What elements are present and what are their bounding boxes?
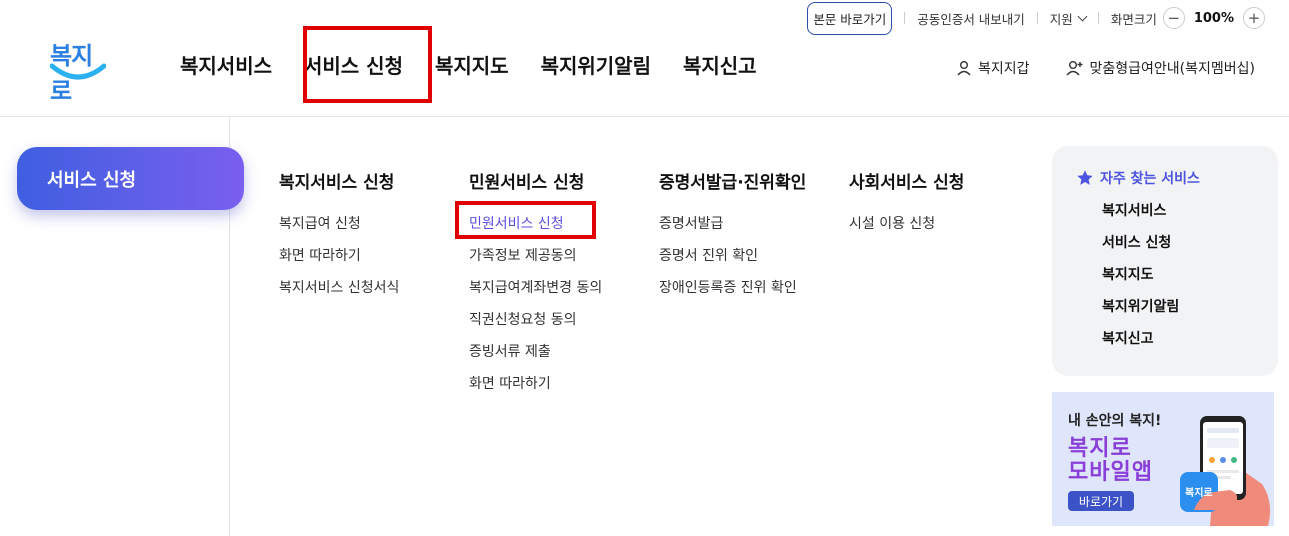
divider (1097, 12, 1099, 24)
favorite-item[interactable]: 복지서비스 (1076, 200, 1278, 232)
skip-to-content-link[interactable]: 본문 바로가기 (807, 1, 893, 35)
menu-column-certificate: 증명서발급·진위확인 증명서발급 증명서 진위 확인 장애인등록증 진위 확인 (659, 168, 806, 309)
menu-item[interactable]: 복지급여 신청 (279, 213, 399, 245)
column-title[interactable]: 복지서비스 신청 (279, 168, 399, 193)
certificate-export-link[interactable]: 공동인증서 내보내기 (917, 9, 1024, 28)
main-navigation: 복지서비스 서비스 신청 복지지도 복지위기알림 복지신고 (180, 50, 757, 79)
favorite-item[interactable]: 서비스 신청 (1076, 232, 1278, 264)
star-icon (1077, 170, 1093, 185)
menu-item[interactable]: 증빙서류 제출 (469, 341, 602, 373)
divider (904, 12, 906, 24)
zoom-label: 화면크기 (1110, 11, 1157, 27)
nav-crisis-alert[interactable]: 복지위기알림 (541, 50, 651, 79)
member-menu: 복지지갑 맞춤형급여안내(복지멤버십) (956, 58, 1255, 78)
user-add-icon (1065, 61, 1083, 76)
zoom-in-button[interactable]: + (1243, 7, 1265, 29)
favorite-item[interactable]: 복지위기알림 (1076, 296, 1278, 328)
support-dropdown[interactable]: 지원 (1049, 9, 1088, 28)
menu-column-welfare-application: 복지서비스 신청 복지급여 신청 화면 따라하기 복지서비스 신청서식 (279, 168, 399, 309)
nav-welfare-services[interactable]: 복지서비스 (180, 50, 272, 79)
phone-logo-text: 복지로 (1185, 488, 1213, 499)
chevron-down-icon (1077, 11, 1088, 21)
menu-item[interactable]: 복지급여계좌변경 동의 (469, 277, 602, 309)
phone-hand-illustration (1180, 416, 1270, 526)
favorites-panel: 자주 찾는 서비스 복지서비스 서비스 신청 복지지도 복지위기알림 복지신고 (1052, 146, 1278, 376)
menu-item[interactable]: 가족정보 제공동의 (469, 245, 602, 277)
favorites-title-text: 자주 찾는 서비스 (1100, 171, 1200, 187)
membership-label: 맞춤형급여안내(복지멤버십) (1089, 61, 1255, 77)
site-header: 본문 바로가기 공동인증서 내보내기 지원 화면크기 − 100% + 복지로 … (0, 0, 1289, 117)
menu-item[interactable]: 증명서 진위 확인 (659, 245, 806, 277)
utility-bar: 본문 바로가기 공동인증서 내보내기 지원 화면크기 − 100% + (807, 1, 1265, 35)
favorite-item[interactable]: 복지신고 (1076, 328, 1278, 360)
divider (1036, 12, 1038, 24)
banner-go-button[interactable]: 바로가기 (1068, 491, 1134, 511)
highlight-box-menu-item (455, 201, 596, 239)
support-label: 지원 (1049, 11, 1073, 27)
menu-item[interactable]: 장애인등록증 진위 확인 (659, 277, 806, 309)
wallet-link[interactable]: 복지지갑 (956, 58, 1030, 78)
menu-column-social-service: 사회서비스 신청 시설 이용 신청 (849, 168, 964, 245)
membership-link[interactable]: 맞춤형급여안내(복지멤버십) (1065, 58, 1255, 78)
highlight-box-nav (303, 26, 432, 103)
menu-item[interactable]: 화면 따라하기 (469, 373, 602, 405)
nav-welfare-map[interactable]: 복지지도 (435, 50, 509, 79)
nav-welfare-report[interactable]: 복지신고 (683, 50, 757, 79)
favorite-item[interactable]: 복지지도 (1076, 264, 1278, 296)
banner-subtitle: 모바일앱 (1068, 460, 1153, 485)
banner-tagline: 내 손안의 복지! (1068, 413, 1162, 429)
menu-item[interactable]: 복지서비스 신청서식 (279, 277, 399, 309)
menu-item[interactable]: 증명서발급 (659, 213, 806, 245)
favorites-title: 자주 찾는 서비스 (1076, 168, 1278, 188)
menu-item[interactable]: 시설 이용 신청 (849, 213, 964, 245)
site-logo[interactable]: 복지로 (48, 36, 110, 105)
user-icon (957, 61, 971, 76)
mobile-app-banner[interactable]: 내 손안의 복지! 복지로 모바일앱 바로가기 복지로 (1052, 392, 1274, 526)
zoom-out-button[interactable]: − (1162, 7, 1185, 29)
smile-icon (50, 63, 106, 80)
column-title[interactable]: 증명서발급·진위확인 (659, 168, 806, 193)
menu-item[interactable]: 화면 따라하기 (279, 245, 399, 277)
wallet-label: 복지지갑 (977, 61, 1030, 77)
zoom-value: 100% (1193, 10, 1234, 26)
sidebar-active-category[interactable]: 서비스 신청 (17, 147, 244, 210)
menu-item[interactable]: 직권신청요청 동의 (469, 309, 602, 341)
column-title[interactable]: 민원서비스 신청 (469, 168, 602, 193)
column-title[interactable]: 사회서비스 신청 (849, 168, 964, 193)
